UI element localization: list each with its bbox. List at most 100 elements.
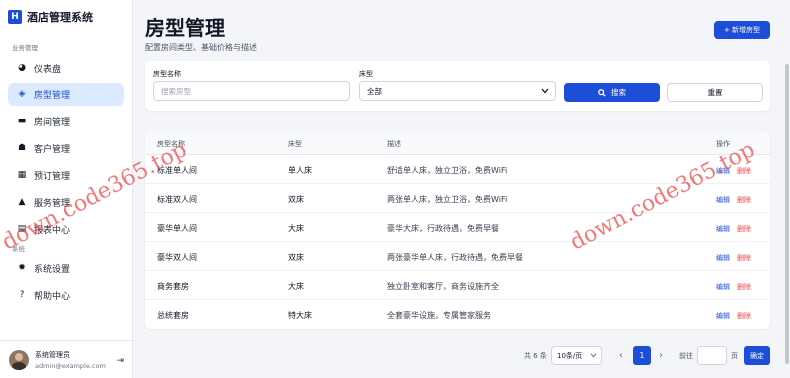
reset-button[interactable]: 重置 <box>667 83 763 102</box>
help-icon: ? <box>19 290 25 300</box>
column-header-name: 房型名称 <box>157 140 185 148</box>
sidebar-item-customers[interactable]: ☗ 客户管理 <box>8 137 124 160</box>
user-name: 系统管理员 <box>35 350 70 359</box>
delete-link[interactable]: 删除 <box>737 195 751 205</box>
sidebar-item-label: 客户管理 <box>34 145 71 155</box>
cell-bed: 单人床 <box>288 166 312 175</box>
brand: H 酒店管理系统 <box>8 8 93 26</box>
delete-link[interactable]: 删除 <box>737 253 751 263</box>
logout-icon[interactable]: ⇥ <box>116 356 124 366</box>
cell-desc: 两张单人床，独立卫浴，免费WiFi <box>387 195 508 204</box>
users-icon: ☗ <box>17 143 27 153</box>
goto-label: 前往 <box>679 352 693 360</box>
delete-link[interactable]: 删除 <box>737 224 751 234</box>
cell-name: 商务套房 <box>157 282 189 291</box>
bed-type-label: 床型 <box>359 70 373 78</box>
table-row: 豪华单人间 大床 豪华大床，行政待遇，免费早餐 编辑 删除 <box>145 213 770 242</box>
room-type-name-label: 房型名称 <box>153 70 181 78</box>
sidebar-item-label: 帮助中心 <box>34 292 71 302</box>
avatar[interactable] <box>9 349 29 370</box>
table-row: 豪华双人间 双床 两张豪华单人床，行政待遇，免费早餐 编辑 删除 <box>145 242 770 271</box>
cell-bed: 大床 <box>288 224 304 233</box>
column-header-bed: 床型 <box>288 140 302 148</box>
sidebar-item-label: 房间管理 <box>34 118 71 128</box>
column-header-actions: 操作 <box>716 140 730 148</box>
sidebar-item-label: 预订管理 <box>34 172 71 182</box>
delete-link[interactable]: 删除 <box>737 311 751 321</box>
cell-desc: 全套豪华设施，专属管家服务 <box>387 311 491 320</box>
chevron-down-icon <box>541 88 549 94</box>
scrollbar[interactable] <box>785 64 789 364</box>
pie-chart-icon: ◕ <box>18 63 26 73</box>
edit-link[interactable]: 编辑 <box>716 282 730 292</box>
cell-name: 豪华双人间 <box>157 253 197 262</box>
search-icon <box>598 88 606 97</box>
calendar-icon: ▦ <box>17 170 27 180</box>
bell-icon: ▲ <box>18 197 26 207</box>
main-content: 房型管理 配置房间类型、基础价格与描述 + 新增房型 房型名称 搜索房型 床型 … <box>133 0 790 378</box>
hotel-logo-icon: H <box>8 10 22 24</box>
sidebar-item-services[interactable]: ▲ 服务管理 <box>8 191 124 214</box>
cell-bed: 双床 <box>288 195 304 204</box>
edit-link[interactable]: 编辑 <box>716 224 730 234</box>
add-room-type-button[interactable]: + 新增房型 <box>714 21 770 39</box>
section-label-business: 业务管理 <box>12 44 38 52</box>
section-label-system: 系统 <box>12 245 25 253</box>
page-number-1[interactable]: 1 <box>633 346 651 365</box>
prev-page-icon[interactable]: ‹ <box>613 346 629 365</box>
user-email: admin@example.com <box>35 361 106 370</box>
page-unit-label: 页 <box>731 352 738 360</box>
goto-confirm-button[interactable]: 确定 <box>744 346 770 365</box>
sidebar-item-label: 服务管理 <box>34 199 71 209</box>
table-row: 商务套房 大床 独立卧室和客厅，商务设施齐全 编辑 删除 <box>145 271 770 300</box>
page-size-select[interactable]: 10条/页 <box>551 346 602 365</box>
pagination-total: 共 6 条 <box>524 352 547 360</box>
sidebar-item-settings[interactable]: ✹ 系统设置 <box>8 257 124 280</box>
room-type-search-input[interactable]: 搜索房型 <box>153 81 350 101</box>
next-page-icon[interactable]: › <box>653 346 669 365</box>
edit-link[interactable]: 编辑 <box>716 195 730 205</box>
room-type-table: 房型名称 床型 描述 操作 标准单人间 单人床 舒适单人床，独立卫浴，免费WiF… <box>145 131 770 329</box>
sidebar-item-help[interactable]: ? 帮助中心 <box>8 284 124 307</box>
page-subtitle: 配置房间类型、基础价格与描述 <box>145 43 257 52</box>
table-row: 标准双人间 双床 两张单人床，独立卫浴，免费WiFi 编辑 删除 <box>145 184 770 213</box>
sidebar-item-rooms[interactable]: ▬ 房间管理 <box>8 110 124 133</box>
sidebar-item-label: 房型管理 <box>34 91 71 101</box>
search-button[interactable]: 搜索 <box>564 83 660 102</box>
table-row: 标准单人间 单人床 舒适单人床，独立卫浴，免费WiFi 编辑 删除 <box>145 155 770 184</box>
search-button-label: 搜索 <box>611 88 626 97</box>
edit-link[interactable]: 编辑 <box>716 253 730 263</box>
cell-bed: 双床 <box>288 253 304 262</box>
sidebar-item-label: 报表中心 <box>34 226 71 236</box>
cell-desc: 独立卧室和客厅，商务设施齐全 <box>387 282 499 291</box>
sidebar-item-dashboard[interactable]: ◕ 仪表盘 <box>8 57 124 80</box>
bed-type-select[interactable]: 全部 <box>359 81 556 101</box>
user-info: 系统管理员 admin@example.com <box>35 350 106 370</box>
sidebar-item-label: 仪表盘 <box>34 65 62 75</box>
delete-link[interactable]: 删除 <box>737 166 751 176</box>
edit-link[interactable]: 编辑 <box>716 166 730 176</box>
chart-icon: ▤ <box>17 224 27 234</box>
sidebar: H 酒店管理系统 业务管理 ◕ 仪表盘 ◈ 房型管理 ▬ 房间管理 ☗ 客户管理… <box>0 0 133 378</box>
edit-link[interactable]: 编辑 <box>716 311 730 321</box>
cell-desc: 豪华大床，行政待遇，免费早餐 <box>387 224 499 233</box>
delete-link[interactable]: 删除 <box>737 282 751 292</box>
bed-type-value: 全部 <box>367 86 382 96</box>
page-size-value: 10条/页 <box>557 351 583 360</box>
cell-bed: 特大床 <box>288 311 312 320</box>
bed-icon: ▬ <box>17 116 27 126</box>
chevron-down-icon <box>590 353 597 358</box>
goto-page-input[interactable] <box>697 346 727 365</box>
filter-card: 房型名称 搜索房型 床型 全部 搜索 重置 <box>145 61 770 111</box>
sidebar-item-bookings[interactable]: ▦ 预订管理 <box>8 164 124 187</box>
cell-name: 标准双人间 <box>157 195 197 204</box>
sidebar-item-label: 系统设置 <box>34 265 71 275</box>
sidebar-item-reports[interactable]: ▤ 报表中心 <box>8 218 124 241</box>
layers-icon: ◈ <box>18 89 26 99</box>
cell-desc: 两张豪华单人床，行政待遇，免费早餐 <box>387 253 523 262</box>
cell-name: 总统套房 <box>157 311 189 320</box>
cell-name: 豪华单人间 <box>157 224 197 233</box>
sidebar-item-room-types[interactable]: ◈ 房型管理 <box>8 83 124 106</box>
gear-icon: ✹ <box>18 263 26 273</box>
column-header-desc: 描述 <box>387 140 401 148</box>
